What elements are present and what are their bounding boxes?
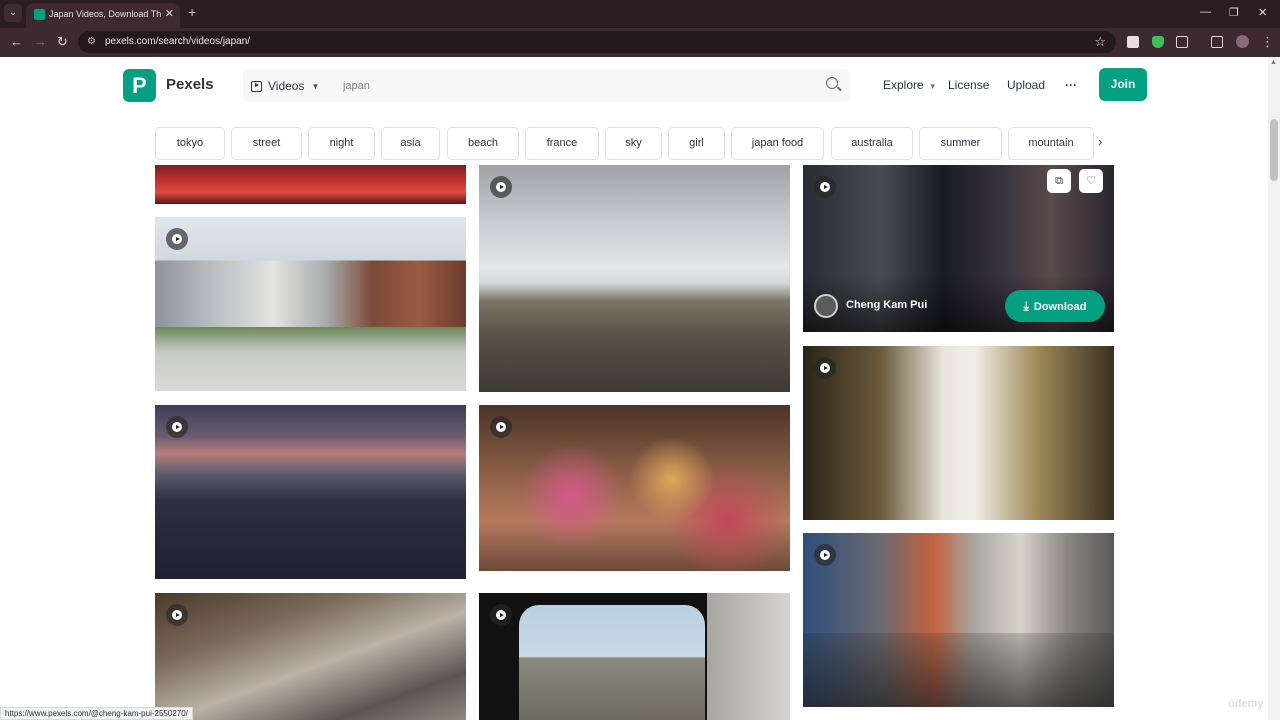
pexels-logo-icon[interactable]: P — [123, 69, 156, 102]
new-tab-button[interactable]: + — [188, 4, 196, 20]
reload-icon[interactable]: ↻ — [57, 34, 68, 50]
scrollbar-thumb[interactable] — [1270, 119, 1278, 181]
download-icon: ⤓ — [1023, 299, 1029, 313]
tab-title: Japan Videos, Download The Best — [49, 9, 161, 19]
plaza-shape — [155, 327, 466, 391]
pexels-favicon-icon — [34, 9, 45, 20]
download-button[interactable]: ⤓ Download — [1005, 290, 1105, 322]
tag-chip-girl[interactable]: girl — [668, 127, 725, 160]
play-icon — [814, 544, 836, 566]
nav-license[interactable]: License — [948, 78, 989, 92]
video-thumbnail-rainbow-bridge[interactable] — [155, 405, 466, 579]
thumbnail-image — [155, 593, 466, 720]
play-icon — [166, 416, 188, 438]
scroll-up-icon[interactable]: ▲ — [1270, 59, 1277, 66]
extension-icon[interactable] — [1127, 36, 1139, 48]
video-thumbnail-candy-market[interactable] — [479, 405, 790, 571]
tag-chip-japan-food[interactable]: japan food — [731, 127, 824, 160]
video-thumbnail-busy-alley[interactable] — [803, 533, 1114, 707]
tag-chip-beach[interactable]: beach — [447, 127, 519, 160]
restore-icon[interactable]: ❐ — [1229, 6, 1239, 19]
tag-chip-tokyo[interactable]: tokyo — [155, 127, 225, 160]
nav-explore[interactable]: Explore ▼ — [883, 78, 937, 92]
play-icon — [814, 176, 836, 198]
browser-tab-strip: ⌄ Japan Videos, Download The Best ✕ + — … — [0, 0, 1280, 28]
more-menu-icon[interactable]: ··· — [1065, 78, 1077, 92]
browser-tab[interactable]: Japan Videos, Download The Best ✕ — [26, 3, 180, 28]
browser-menu-icon[interactable]: ⋮ — [1261, 34, 1274, 50]
tag-chip-sky[interactable]: sky — [605, 127, 662, 160]
url-text[interactable]: pexels.com/search/videos/japan/ — [105, 36, 250, 47]
join-button[interactable]: Join — [1099, 68, 1147, 101]
video-thumbnail-shibuya-crossing[interactable] — [155, 593, 466, 720]
thumbnail-image — [803, 346, 1114, 520]
thumbnail-image — [155, 405, 466, 579]
side-panel-icon[interactable] — [1211, 36, 1223, 48]
chevron-right-icon[interactable]: › — [1098, 134, 1102, 149]
omnibox[interactable]: ⚙ pexels.com/search/videos/japan/ ☆ — [78, 31, 1116, 53]
chevron-down-icon: ▼ — [311, 81, 320, 91]
tab-close-icon[interactable]: ✕ — [165, 7, 174, 20]
play-icon — [490, 416, 512, 438]
video-icon — [251, 80, 262, 92]
tag-chip-street[interactable]: street — [231, 127, 302, 160]
minimize-icon[interactable]: — — [1200, 6, 1211, 18]
video-thumbnail-train-window[interactable] — [479, 593, 790, 720]
author-name[interactable]: Cheng Kam Pui — [846, 299, 927, 311]
tag-chip-australia[interactable]: australia — [831, 127, 913, 160]
udemy-watermark: ūdemy — [1228, 698, 1264, 710]
download-label: Download — [1033, 301, 1087, 313]
shield-extension-icon[interactable] — [1152, 36, 1164, 48]
profile-avatar[interactable] — [1236, 35, 1249, 48]
close-window-icon[interactable]: ✕ — [1258, 6, 1267, 19]
puzzle-extensions-icon[interactable] — [1176, 36, 1188, 48]
search-input[interactable] — [343, 77, 803, 95]
play-icon — [490, 176, 512, 198]
search-icon[interactable] — [826, 77, 838, 89]
search-type-label: Videos — [268, 79, 305, 93]
thumbnail-image — [155, 165, 466, 204]
search-type-dropdown[interactable]: Videos ▼ — [251, 77, 319, 95]
heart-icon[interactable]: ♡ — [1079, 169, 1103, 193]
play-icon — [814, 357, 836, 379]
chevron-down-icon: ▼ — [928, 82, 937, 91]
page-scrollbar[interactable]: ▲ — [1268, 57, 1280, 720]
tag-chip-asia[interactable]: asia — [381, 127, 440, 160]
play-icon — [166, 228, 188, 250]
search-bar: Videos ▼ — [243, 69, 850, 102]
video-thumbnail-fire-truck[interactable] — [155, 165, 466, 204]
nav-explore-label: Explore — [883, 78, 924, 92]
tag-chip-night[interactable]: night — [308, 127, 375, 160]
curtain-shape — [707, 593, 790, 720]
crowd-shape — [803, 633, 1114, 707]
bookmark-star-icon[interactable]: ☆ — [1094, 34, 1106, 50]
play-icon — [166, 604, 188, 626]
site-info-icon[interactable]: ⚙ — [87, 36, 96, 47]
thumbnail-image — [479, 405, 790, 571]
video-thumbnail-archer[interactable] — [803, 346, 1114, 520]
tag-chip-france[interactable]: france — [525, 127, 599, 160]
tag-chip-mountain[interactable]: mountain — [1008, 127, 1094, 160]
bookmark-icon[interactable]: ⧉ — [1047, 169, 1071, 193]
tab-search-button[interactable]: ⌄ — [4, 4, 22, 22]
video-thumbnail-cloudy-rooftops[interactable] — [479, 165, 790, 392]
forward-icon[interactable]: → — [34, 34, 47, 49]
status-bar-url: https://www.pexels.com/@cheng-kam-pui-25… — [0, 707, 193, 720]
back-icon[interactable]: ← — [10, 34, 23, 49]
author-avatar[interactable] — [814, 294, 838, 318]
brand-name[interactable]: Pexels — [166, 76, 214, 93]
video-thumbnail-tokyo-station[interactable] — [155, 217, 466, 391]
address-toolbar: ← → ↻ ⚙ pexels.com/search/videos/japan/ … — [0, 28, 1280, 57]
play-icon — [490, 604, 512, 626]
thumbnail-image — [479, 165, 790, 392]
tag-chip-summer[interactable]: summer — [919, 127, 1002, 160]
window-view-shape — [519, 605, 705, 720]
nav-upload[interactable]: Upload — [1007, 78, 1045, 92]
